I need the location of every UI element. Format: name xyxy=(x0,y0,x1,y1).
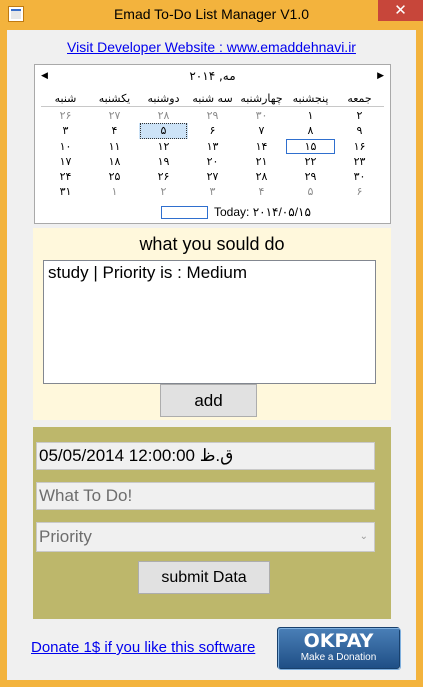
calendar-day[interactable]: ۲۳ xyxy=(335,154,384,169)
calendar-week-row: ۶ ۵ ۴ ۳ ۲ ۱ ۳۱ xyxy=(41,184,384,199)
task-form-panel: 05/05/2014 12:00:00 ق.ظ What To Do! Prio… xyxy=(33,427,391,619)
calendar-week-row: ۱۶ ۱۵ ۱۴ ۱۳ ۱۲ ۱۱ ۱۰ xyxy=(41,138,384,155)
calendar-day[interactable]: ۱۱ xyxy=(90,139,139,154)
calendar-day-selected[interactable]: ۵ xyxy=(139,123,188,139)
title-bar[interactable]: Emad To-Do List Manager V1.0 ✕ xyxy=(0,0,423,30)
weekday-label: چهارشنبه xyxy=(240,92,283,105)
calendar-week-row: ۲ ۱ ۳۰ ۲۹ ۲۸ ۲۷ ۲۶ xyxy=(41,108,384,123)
task-listbox[interactable]: study | Priority is : Medium xyxy=(43,260,376,384)
close-button[interactable]: ✕ xyxy=(378,0,423,21)
calendar-day[interactable]: ۱۴ xyxy=(237,139,286,154)
calendar-week-row: ۲۳ ۲۲ ۲۱ ۲۰ ۱۹ ۱۸ ۱۷ xyxy=(41,154,384,169)
calendar-month-label[interactable]: مه, ۲۰۱۴ xyxy=(35,69,390,83)
calendar-day[interactable]: ۲۲ xyxy=(286,154,335,169)
calendar-day[interactable]: ۱۰ xyxy=(41,139,90,154)
app-window: Emad To-Do List Manager V1.0 ✕ Visit Dev… xyxy=(0,0,423,687)
calendar-day[interactable]: ۴ xyxy=(90,123,139,138)
add-button[interactable]: add xyxy=(160,384,257,417)
developer-website-link[interactable]: Visit Developer Website : www.emaddehnav… xyxy=(7,39,416,55)
calendar-day[interactable]: ۱۹ xyxy=(139,154,188,169)
calendar-today-link[interactable]: Today: ۲۰۱۴/۰۵/۱۵ xyxy=(214,205,311,219)
okpay-button-frame xyxy=(278,628,401,670)
calendar-day[interactable]: ۲ xyxy=(139,184,188,199)
calendar-day[interactable]: ۲۰ xyxy=(188,154,237,169)
calendar-day[interactable]: ۵ xyxy=(286,184,335,199)
calendar-day-today[interactable]: ۱۵ xyxy=(286,138,335,155)
task-list-item[interactable]: study | Priority is : Medium xyxy=(48,263,371,283)
calendar-next-icon[interactable]: ▶ xyxy=(377,70,384,81)
calendar-day[interactable]: ۱۸ xyxy=(90,154,139,169)
calendar-day[interactable]: ۳ xyxy=(188,184,237,199)
calendar-day[interactable]: ۱۷ xyxy=(41,154,90,169)
calendar-day[interactable]: ۲۶ xyxy=(41,108,90,123)
donate-link[interactable]: Donate 1$ if you like this software xyxy=(31,639,255,656)
weekday-label: سه شنبه xyxy=(192,92,233,105)
calendar-day[interactable]: ۶ xyxy=(335,184,384,199)
calendar-day[interactable]: ۱ xyxy=(286,108,335,123)
calendar-day[interactable]: ۸ xyxy=(286,123,335,138)
chevron-down-icon[interactable]: ⌄ xyxy=(360,523,368,551)
calendar-day[interactable]: ۳ xyxy=(41,123,90,138)
priority-dropdown-value: Priority xyxy=(39,527,92,546)
calendar-day[interactable]: ۶ xyxy=(188,123,237,138)
calendar-weekday-row: جمعه پنجشنبه چهارشنبه سه شنبه دوشنبه یکش… xyxy=(41,91,384,107)
todo-input[interactable]: What To Do! xyxy=(36,482,375,510)
calendar-grid: جمعه پنجشنبه چهارشنبه سه شنبه دوشنبه یکش… xyxy=(41,91,384,200)
date-time-picker[interactable]: 05/05/2014 12:00:00 ق.ظ xyxy=(36,442,375,470)
calendar-day[interactable]: ۲۸ xyxy=(237,169,286,184)
calendar-day[interactable]: ۱۳ xyxy=(188,139,237,154)
window-title: Emad To-Do List Manager V1.0 xyxy=(113,6,310,22)
calendar-day[interactable]: ۲۷ xyxy=(188,169,237,184)
calendar-week-row: ۳۰ ۲۹ ۲۸ ۲۷ ۲۶ ۲۵ ۲۴ xyxy=(41,169,384,184)
calendar-day[interactable]: ۲۷ xyxy=(90,108,139,123)
okpay-donate-button[interactable]: OKPAY Make a Donation xyxy=(277,627,401,670)
task-panel: what you sould do study | Priority is : … xyxy=(33,228,391,420)
weekday-label: پنجشنبه xyxy=(292,92,329,105)
calendar-day[interactable]: ۲۶ xyxy=(139,169,188,184)
priority-dropdown[interactable]: Priority ⌄ xyxy=(36,522,375,552)
calendar-day[interactable]: ۴ xyxy=(237,184,286,199)
calendar-day[interactable]: ۲۹ xyxy=(286,169,335,184)
calendar-week-row: ۹ ۸ ۷ ۶ ۵ ۴ ۳ xyxy=(41,123,384,139)
calendar-day[interactable]: ۳۰ xyxy=(237,108,286,123)
calendar-day[interactable]: ۳۱ xyxy=(41,184,90,199)
calendar-day[interactable]: ۳۰ xyxy=(335,169,384,184)
calendar-day[interactable]: ۲۱ xyxy=(237,154,286,169)
client-area: Visit Developer Website : www.emaddehnav… xyxy=(7,30,416,680)
calendar-day[interactable]: ۱ xyxy=(90,184,139,199)
submit-button[interactable]: submit Data xyxy=(138,561,270,594)
calendar-day[interactable]: ۲۴ xyxy=(41,169,90,184)
today-marker xyxy=(161,206,208,219)
calendar-day[interactable]: ۱۶ xyxy=(335,139,384,154)
month-calendar[interactable]: ◀ مه, ۲۰۱۴ ▶ جمعه پنجشنبه چهارشنبه سه شن… xyxy=(34,64,391,224)
weekday-label: دوشنبه xyxy=(147,92,180,105)
weekday-label: شنبه xyxy=(54,92,77,105)
calendar-day[interactable]: ۲۹ xyxy=(188,108,237,123)
calendar-day[interactable]: ۱۲ xyxy=(139,139,188,154)
task-heading: what you sould do xyxy=(139,234,285,254)
calendar-day[interactable]: ۲۸ xyxy=(139,108,188,123)
calendar-day[interactable]: ۹ xyxy=(335,123,384,138)
calendar-day[interactable]: ۲ xyxy=(335,108,384,123)
calendar-day[interactable]: ۲۵ xyxy=(90,169,139,184)
weekday-label: جمعه xyxy=(347,92,372,105)
calendar-day[interactable]: ۷ xyxy=(237,123,286,138)
weekday-label: یکشنبه xyxy=(98,92,131,105)
